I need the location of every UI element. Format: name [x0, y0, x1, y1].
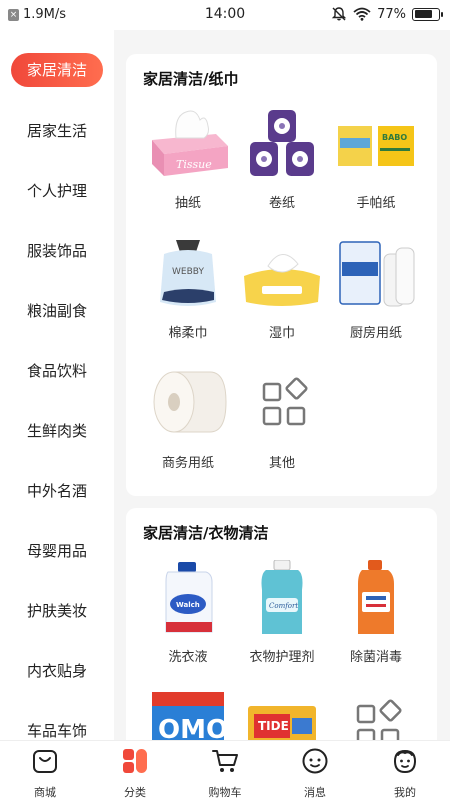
sidebar-item-label: 个人护理 [26, 182, 87, 200]
sidebar-item-liquor[interactable]: 中外名酒 [0, 471, 114, 511]
product-label: 商务用纸 [161, 456, 214, 471]
sidebar-item-personal-care[interactable]: 个人护理 [0, 171, 114, 211]
nav-tab-category[interactable]: 分类 [90, 747, 180, 800]
grid-shapes-icon [240, 366, 324, 442]
bottom-nav: 商城 分类 购物车 消息 我的 [0, 740, 450, 800]
battery-fill [414, 10, 433, 18]
nav-tab-messages[interactable]: 消息 [270, 747, 360, 800]
status-right: 77% [331, 6, 443, 22]
grid-shapes-icon [334, 688, 418, 740]
sidebar-item-label: 居家生活 [26, 122, 87, 140]
sidebar-item-underwear[interactable]: 内衣贴身 [0, 651, 114, 691]
cart-icon [212, 750, 238, 772]
svg-text:WEBBY: WEBBY [172, 267, 204, 277]
nav-label: 我的 [394, 786, 416, 799]
product-tile[interactable]: 其他 [230, 366, 334, 471]
cotton-towel-icon: WEBBY [146, 236, 230, 312]
svg-text:BABO: BABO [382, 133, 407, 142]
status-bar: × 1.9M/s 14:00 77% [0, 0, 450, 30]
sidebar-item-label: 服装饰品 [26, 242, 87, 260]
shop-bag-icon [33, 750, 57, 773]
category-sidebar: 家居清洁 居家生活 个人护理 服装饰品 粮油副食 食品饮料 生鲜肉类 中外名酒 … [0, 30, 114, 740]
tissue-box-icon: Tissue [146, 106, 230, 182]
sidebar-item-label: 生鲜肉类 [26, 422, 87, 440]
product-label: 衣物护理剂 [249, 650, 315, 665]
kitchen-paper-icon [334, 236, 418, 312]
svg-text:Tissue: Tissue [176, 158, 212, 171]
sidebar-item-label: 食品饮料 [26, 362, 87, 380]
sidebar-item-label: 护肤美妆 [26, 602, 87, 620]
product-tile[interactable] [324, 688, 428, 740]
jumbo-roll-icon [146, 366, 230, 442]
battery-percent: 77% [377, 6, 406, 22]
sidebar-item-baby[interactable]: 母婴用品 [0, 531, 114, 571]
product-tile[interactable]: OMO [136, 688, 240, 740]
product-tile[interactable]: BABO 手帕纸 [324, 106, 428, 211]
sidebar-item-grain-oil[interactable]: 粮油副食 [0, 291, 114, 331]
product-label: 厨房用纸 [349, 326, 402, 341]
pocket-tissue-icon: BABO [334, 106, 418, 182]
section-title: 家居清洁/衣物清洁 [143, 524, 269, 542]
nav-label: 购物车 [208, 786, 242, 799]
product-tile[interactable]: 湿巾 [230, 236, 334, 341]
svg-text:TIDE: TIDE [258, 719, 289, 733]
sidebar-item-household-cleaning[interactable]: 家居清洁 [0, 50, 114, 90]
sidebar-item-label: 内衣贴身 [26, 662, 87, 680]
sidebar-item-skincare[interactable]: 护肤美妆 [0, 591, 114, 631]
sidebar-item-label: 母婴用品 [26, 542, 87, 560]
product-tile[interactable]: WEBBY 棉柔巾 [136, 236, 240, 341]
product-tile[interactable]: 除菌消毒 [324, 560, 428, 665]
svg-text:Comfort: Comfort [269, 602, 298, 610]
wifi-icon [353, 7, 371, 21]
category-content: 家居清洁/纸巾 Tissue 抽纸 卷纸 BABO 手帕纸 WEBBY 棉柔巾 … [114, 30, 450, 740]
sidebar-item-apparel[interactable]: 服装饰品 [0, 231, 114, 271]
product-label: 手帕纸 [356, 196, 396, 211]
nav-label: 分类 [124, 786, 146, 799]
sidebar-item-label: 中外名酒 [26, 482, 87, 500]
product-tile[interactable]: 卷纸 [230, 106, 334, 211]
sidebar-item-label: 粮油副食 [26, 302, 87, 320]
sidebar-item-fresh-meat[interactable]: 生鲜肉类 [0, 411, 114, 451]
product-label: 抽纸 [174, 196, 201, 211]
product-tile[interactable]: Tissue 抽纸 [136, 106, 240, 211]
softener-icon: Comfort [240, 559, 324, 636]
product-tile[interactable]: Walch 洗衣液 [136, 560, 240, 665]
omo-powder-icon: OMO [146, 688, 230, 740]
mute-bell-icon [331, 7, 347, 21]
disinfectant-icon [334, 560, 418, 636]
product-label: 除菌消毒 [349, 650, 402, 665]
product-tile[interactable]: 厨房用纸 [324, 236, 428, 341]
product-tile[interactable]: Comfort 衣物护理剂 [230, 559, 334, 665]
nav-label: 消息 [304, 786, 326, 799]
laundry-detergent-icon: Walch [146, 560, 230, 636]
nav-tab-profile[interactable]: 我的 [360, 747, 450, 800]
section-card-laundry: 家居清洁/衣物清洁 Walch 洗衣液 Comfort 衣物护理剂 除菌消毒 O… [126, 508, 437, 740]
category-icon [123, 749, 147, 773]
section-title: 家居清洁/纸巾 [143, 70, 239, 88]
product-label: 其他 [268, 456, 295, 471]
sidebar-item-food-drinks[interactable]: 食品饮料 [0, 351, 114, 391]
section-card-paper: 家居清洁/纸巾 Tissue 抽纸 卷纸 BABO 手帕纸 WEBBY 棉柔巾 … [126, 54, 437, 496]
svg-text:Walch: Walch [176, 601, 200, 609]
sidebar-item-label: 车品车饰 [26, 722, 87, 740]
sidebar-item-home-living[interactable]: 居家生活 [0, 111, 114, 151]
wet-wipes-icon [240, 236, 324, 312]
message-icon [302, 748, 328, 774]
product-tile[interactable]: 商务用纸 [136, 366, 240, 471]
nav-label: 商城 [34, 786, 56, 799]
product-label: 卷纸 [268, 196, 295, 211]
detergent-bag-icon: TIDE [240, 688, 324, 740]
sidebar-item-label: 家居清洁 [11, 53, 103, 87]
profile-icon [393, 749, 417, 774]
battery-icon [412, 7, 443, 21]
product-label: 湿巾 [268, 326, 295, 341]
nav-tab-shop[interactable]: 商城 [0, 747, 90, 800]
product-label: 棉柔巾 [168, 326, 208, 341]
product-label: 洗衣液 [168, 650, 208, 665]
toilet-roll-icon [240, 106, 324, 182]
svg-text:OMO: OMO [158, 715, 228, 740]
product-tile[interactable]: TIDE [230, 688, 334, 740]
nav-tab-cart[interactable]: 购物车 [180, 747, 270, 800]
